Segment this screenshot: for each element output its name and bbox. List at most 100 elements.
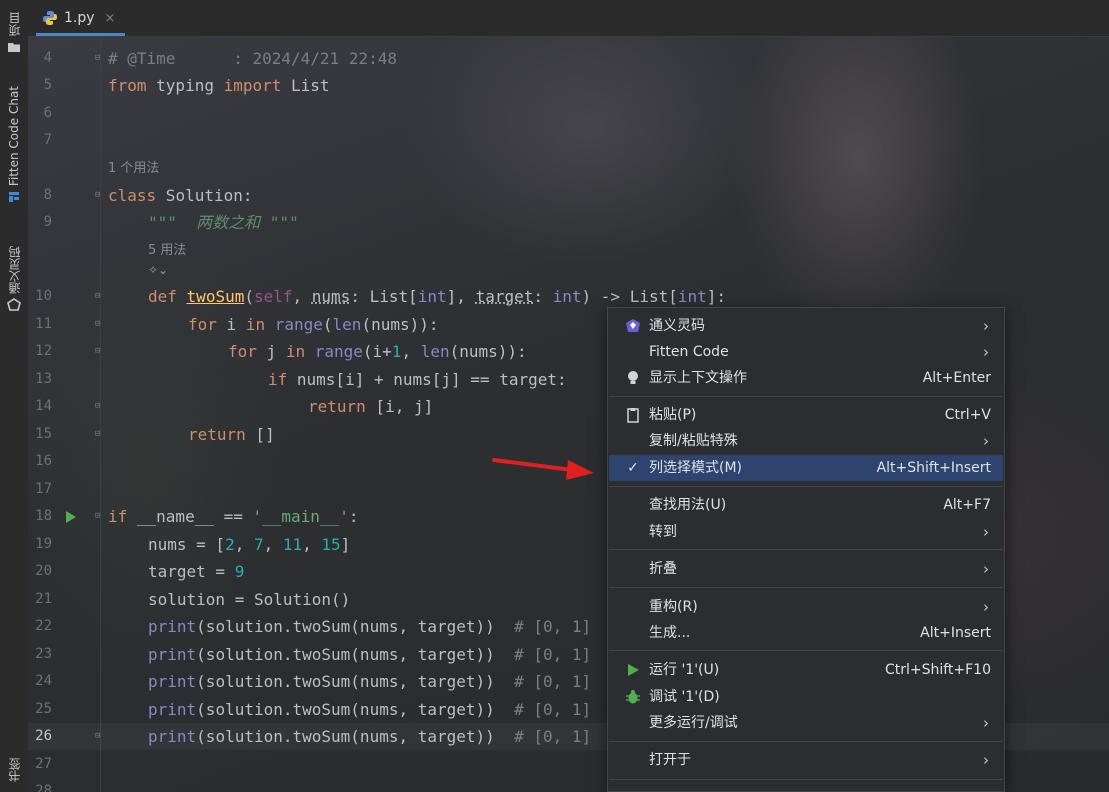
line-number: 26 <box>35 728 52 744</box>
menu-separator <box>609 486 1003 487</box>
code-text: print(solution.twoSum(nums, target)) # [… <box>148 727 592 746</box>
editor-tab-bar: 1.py × <box>28 0 1109 37</box>
code-line: 10 ⊟ def twoSum(self, nums: List[int], t… <box>28 283 1109 310</box>
fold-icon[interactable]: ⊟ <box>95 190 104 200</box>
menu-item-tongyi[interactable]: 通义灵码 › <box>609 313 1003 339</box>
bookmarks-tool-button[interactable]: 书签 <box>0 758 28 782</box>
menu-item-column-selection-mode[interactable]: ✓ 列选择模式(M) Alt+Shift+Insert <box>609 455 1003 481</box>
line-number: 17 <box>35 481 52 497</box>
menu-item-more-run-debug[interactable]: 更多运行/调试 › <box>609 710 1003 736</box>
menu-item-fitten-code[interactable]: Fitten Code › <box>609 339 1003 365</box>
fold-icon[interactable]: ⊟ <box>95 319 104 329</box>
menu-item-folding[interactable]: 折叠 › <box>609 556 1003 582</box>
line-number: 6 <box>43 105 52 121</box>
code-text: print(solution.twoSum(nums, target)) # [… <box>148 672 592 691</box>
menu-separator <box>609 396 1003 397</box>
line-number: 20 <box>35 563 52 579</box>
fold-icon[interactable]: ⊟ <box>95 731 104 741</box>
code-text: for j in range(i+1, len(nums)): <box>228 342 527 361</box>
menu-separator <box>609 549 1003 550</box>
submenu-arrow-icon: › <box>983 317 989 335</box>
usages-hint[interactable]: 5 用法 <box>148 240 186 262</box>
menu-item-go-to[interactable]: 转到 › <box>609 519 1003 545</box>
menu-item-show-context-actions[interactable]: 显示上下文操作 Alt+Enter <box>609 365 1003 391</box>
project-tool-button[interactable]: 项目 <box>0 12 28 54</box>
code-text: print(solution.twoSum(nums, target)) # [… <box>148 645 592 664</box>
code-text: # @Time : 2024/4/21 22:48 <box>108 49 397 68</box>
line-number: 21 <box>35 591 52 607</box>
editor-context-menu: 通义灵码 › Fitten Code › 显示上下文操作 Alt+Enter 粘… <box>607 307 1005 792</box>
code-text: class Solution: <box>108 186 253 205</box>
line-number: 8 <box>43 187 52 203</box>
tongyi-inline-icon[interactable]: ✧⌄ <box>148 263 168 277</box>
line-number: 7 <box>43 132 52 148</box>
menu-item-run[interactable]: 运行 '1'(U) Ctrl+Shift+F10 <box>609 657 1003 683</box>
code-text: return [i, j] <box>308 397 434 416</box>
debug-icon <box>626 690 640 704</box>
bulb-icon <box>628 371 638 384</box>
usages-hint[interactable]: 1 个用法 <box>108 158 159 180</box>
menu-item-generate[interactable]: 生成... Alt+Insert <box>609 620 1003 646</box>
line-number: 4 <box>43 50 52 66</box>
code-text: if __name__ == '__main__': <box>108 507 359 526</box>
menu-item-refactor[interactable]: 重构(R) › <box>609 594 1003 620</box>
tab-1-py[interactable]: 1.py × <box>36 3 126 36</box>
code-line: 6 <box>28 100 1109 127</box>
tongyi-tool-button[interactable]: 通义灵码 <box>0 246 28 312</box>
project-tool-label: 项目 <box>7 12 22 36</box>
fitten-icon <box>9 192 19 203</box>
code-line: 5 from typing import List <box>28 72 1109 99</box>
tongyi-icon <box>7 298 21 311</box>
python-file-icon <box>43 11 57 25</box>
line-number: 14 <box>35 398 52 414</box>
line-number: 15 <box>35 426 52 442</box>
code-text: print(solution.twoSum(nums, target)) # [… <box>148 700 592 719</box>
code-text: nums = [2, 7, 11, 15] <box>148 535 351 554</box>
line-number: 28 <box>35 783 52 792</box>
code-line: 4 ⊟ # @Time : 2024/4/21 22:48 <box>28 45 1109 72</box>
line-number: 24 <box>35 673 52 689</box>
docstring: """ 两数之和 """ <box>148 213 299 232</box>
tongyi-tool-label: 通义灵码 <box>7 246 22 294</box>
line-number: 13 <box>35 371 52 387</box>
code-line: 7 <box>28 127 1109 154</box>
code-text: print(solution.twoSum(nums, target)) # [… <box>148 617 592 636</box>
bookmarks-tool-label: 书签 <box>7 758 22 782</box>
left-tool-strip: 项目 Fitten Code Chat 通义灵码 书签 <box>0 0 29 792</box>
code-text: for i in range(len(nums)): <box>188 315 439 334</box>
folder-icon <box>8 43 20 52</box>
fold-icon[interactable]: ⊟ <box>95 53 104 63</box>
fitten-code-chat-tool-button[interactable]: Fitten Code Chat <box>0 86 28 204</box>
fold-icon[interactable]: ⊟ <box>95 291 104 301</box>
line-number: 22 <box>35 618 52 634</box>
menu-item-open-in[interactable]: 打开于 › <box>609 747 1003 773</box>
line-number: 23 <box>35 646 52 662</box>
tongyi-icon <box>626 319 640 332</box>
tab-filename: 1.py <box>64 10 95 26</box>
code-text: from typing import List <box>108 76 330 95</box>
submenu-arrow-icon: › <box>983 523 989 541</box>
menu-item-copy-paste-special[interactable]: 复制/粘贴特殊 › <box>609 428 1003 454</box>
code-line: 8 ⊟ class Solution: <box>28 182 1109 209</box>
run-icon <box>628 664 639 676</box>
code-text: solution = Solution() <box>148 590 351 609</box>
clipboard-icon <box>627 408 639 423</box>
fold-icon[interactable]: ⊟ <box>95 429 104 439</box>
line-number: 19 <box>35 536 52 552</box>
menu-separator <box>609 741 1003 742</box>
red-arrow-annotation <box>492 458 594 480</box>
submenu-arrow-icon: › <box>983 714 989 732</box>
menu-item-find-usages[interactable]: 查找用法(U) Alt+F7 <box>609 492 1003 518</box>
run-gutter-icon[interactable] <box>66 511 76 523</box>
menu-item-debug[interactable]: 调试 '1'(D) <box>609 684 1003 710</box>
line-number: 18 <box>35 508 52 524</box>
submenu-arrow-icon: › <box>983 598 989 616</box>
fold-icon[interactable]: ⊟ <box>95 401 104 411</box>
code-text: return [] <box>188 425 275 444</box>
close-tab-icon[interactable]: × <box>105 11 116 26</box>
line-number: 9 <box>43 214 52 230</box>
fold-icon[interactable]: ⊟ <box>95 511 104 521</box>
menu-item-paste[interactable]: 粘贴(P) Ctrl+V <box>609 402 1003 428</box>
fold-icon[interactable]: ⊟ <box>95 346 104 356</box>
menu-separator <box>609 779 1003 780</box>
